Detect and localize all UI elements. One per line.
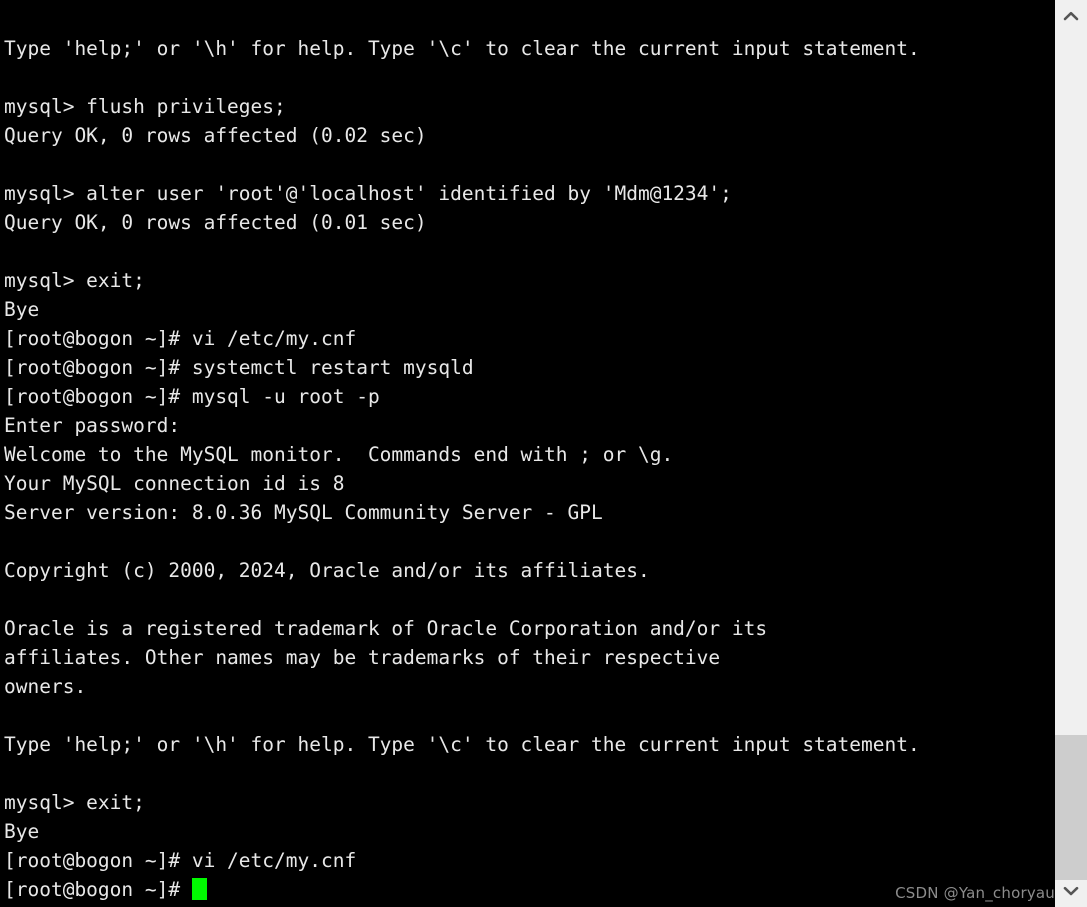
terminal-line: Copyright (c) 2000, 2024, Oracle and/or … bbox=[4, 559, 650, 582]
terminal-line: owners. bbox=[4, 675, 87, 698]
chevron-up-icon bbox=[1063, 11, 1079, 21]
terminal-line: [root@bogon ~]# vi /etc/my.cnf bbox=[4, 849, 357, 872]
terminal-output-area[interactable]: Type 'help;' or '\h' for help. Type '\c'… bbox=[0, 0, 1055, 907]
terminal-line: Type 'help;' or '\h' for help. Type '\c'… bbox=[4, 733, 920, 756]
terminal-window: Type 'help;' or '\h' for help. Type '\c'… bbox=[0, 0, 1087, 907]
chevron-down-icon bbox=[1063, 886, 1079, 896]
scrollbar-track[interactable] bbox=[1055, 32, 1087, 880]
terminal-line: Query OK, 0 rows affected (0.02 sec) bbox=[4, 124, 427, 147]
terminal-line: mysql> alter user 'root'@'localhost' ide… bbox=[4, 182, 732, 205]
terminal-line: Bye bbox=[4, 298, 40, 321]
terminal-line: affiliates. Other names may be trademark… bbox=[4, 646, 721, 669]
terminal-line: [root@bogon ~]# vi /etc/my.cnf bbox=[4, 327, 357, 350]
terminal-line: [root@bogon ~]# mysql -u root -p bbox=[4, 385, 380, 408]
terminal-line: mysql> flush privileges; bbox=[4, 95, 286, 118]
terminal-line-list: Type 'help;' or '\h' for help. Type '\c'… bbox=[4, 34, 1052, 904]
scroll-down-button[interactable] bbox=[1055, 875, 1087, 907]
terminal-line: Bye bbox=[4, 820, 40, 843]
terminal-line: mysql> exit; bbox=[4, 791, 145, 814]
terminal-line: Server version: 8.0.36 MySQL Community S… bbox=[4, 501, 603, 524]
text-cursor bbox=[191, 878, 207, 900]
scrollbar-thumb[interactable] bbox=[1055, 735, 1087, 880]
terminal-line: Oracle is a registered trademark of Orac… bbox=[4, 617, 768, 640]
shell-prompt: [root@bogon ~]# bbox=[4, 878, 192, 901]
terminal-line: Your MySQL connection id is 8 bbox=[4, 472, 345, 495]
scroll-up-button[interactable] bbox=[1055, 0, 1087, 32]
terminal-line: [root@bogon ~]# systemctl restart mysqld bbox=[4, 356, 474, 379]
vertical-scrollbar[interactable] bbox=[1055, 0, 1087, 907]
terminal-line: mysql> exit; bbox=[4, 269, 145, 292]
terminal-line: Query OK, 0 rows affected (0.01 sec) bbox=[4, 211, 427, 234]
terminal-line: Welcome to the MySQL monitor. Commands e… bbox=[4, 443, 674, 466]
csdn-watermark: CSDN @Yan_choryau bbox=[895, 884, 1055, 902]
terminal-line: Type 'help;' or '\h' for help. Type '\c'… bbox=[4, 37, 920, 60]
terminal-line: Enter password: bbox=[4, 414, 181, 437]
